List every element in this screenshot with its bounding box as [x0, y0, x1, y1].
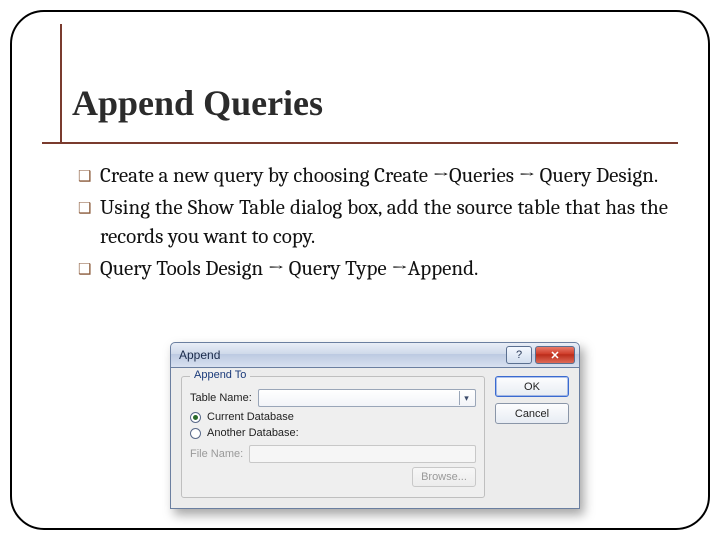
- slide-title: Append Queries: [66, 82, 329, 124]
- radio-current-label: Current Database: [207, 411, 294, 423]
- bullet-icon: ❑: [78, 198, 100, 251]
- list-item: ❑ Create a new query by choosing Create …: [78, 162, 668, 190]
- close-icon: ✕: [550, 349, 559, 362]
- bullet-icon: ❑: [78, 166, 100, 190]
- dialog-left-pane: Append To Table Name: ▾ Current Database…: [181, 376, 485, 498]
- bullet-text: Using the Show Table dialog box, add the…: [100, 194, 668, 251]
- append-to-group: Append To Table Name: ▾ Current Database…: [181, 376, 485, 498]
- bullet-text: Query Tools Design → Query Type →Append.: [100, 255, 668, 283]
- chevron-down-icon: ▾: [459, 391, 473, 405]
- radio-another-label: Another Database:: [207, 427, 299, 439]
- decor-line-vertical: [60, 24, 62, 142]
- radio-current-database[interactable]: [190, 412, 201, 423]
- list-item: ❑ Using the Show Table dialog box, add t…: [78, 194, 668, 251]
- file-name-row: File Name:: [190, 445, 476, 463]
- dialog-title: Append: [179, 348, 503, 362]
- dialog-body: Append To Table Name: ▾ Current Database…: [170, 368, 580, 509]
- decor-line-horizontal: [42, 142, 678, 144]
- ok-button[interactable]: OK: [495, 376, 569, 397]
- browse-row: Browse...: [190, 467, 476, 487]
- file-name-input: [249, 445, 476, 463]
- append-dialog: Append ? ✕ Append To Table Name: ▾: [170, 342, 580, 509]
- close-button[interactable]: ✕: [535, 346, 575, 364]
- slide-frame: Append Queries ❑ Create a new query by c…: [10, 10, 710, 530]
- radio-another-row[interactable]: Another Database:: [190, 427, 476, 439]
- cancel-button[interactable]: Cancel: [495, 403, 569, 424]
- table-name-combo[interactable]: ▾: [258, 389, 476, 407]
- slide-content: ❑ Create a new query by choosing Create …: [78, 162, 668, 287]
- dialog-titlebar[interactable]: Append ? ✕: [170, 342, 580, 368]
- dialog-right-pane: OK Cancel: [495, 376, 569, 498]
- browse-button: Browse...: [412, 467, 476, 487]
- table-name-label: Table Name:: [190, 392, 252, 404]
- help-button[interactable]: ?: [506, 346, 532, 364]
- group-label: Append To: [190, 369, 250, 381]
- list-item: ❑ Query Tools Design → Query Type →Appen…: [78, 255, 668, 283]
- table-name-row: Table Name: ▾: [190, 389, 476, 407]
- radio-current-row[interactable]: Current Database: [190, 411, 476, 423]
- file-name-label: File Name:: [190, 448, 243, 460]
- radio-another-database[interactable]: [190, 428, 201, 439]
- bullet-text: Create a new query by choosing Create →Q…: [100, 162, 668, 190]
- bullet-icon: ❑: [78, 259, 100, 283]
